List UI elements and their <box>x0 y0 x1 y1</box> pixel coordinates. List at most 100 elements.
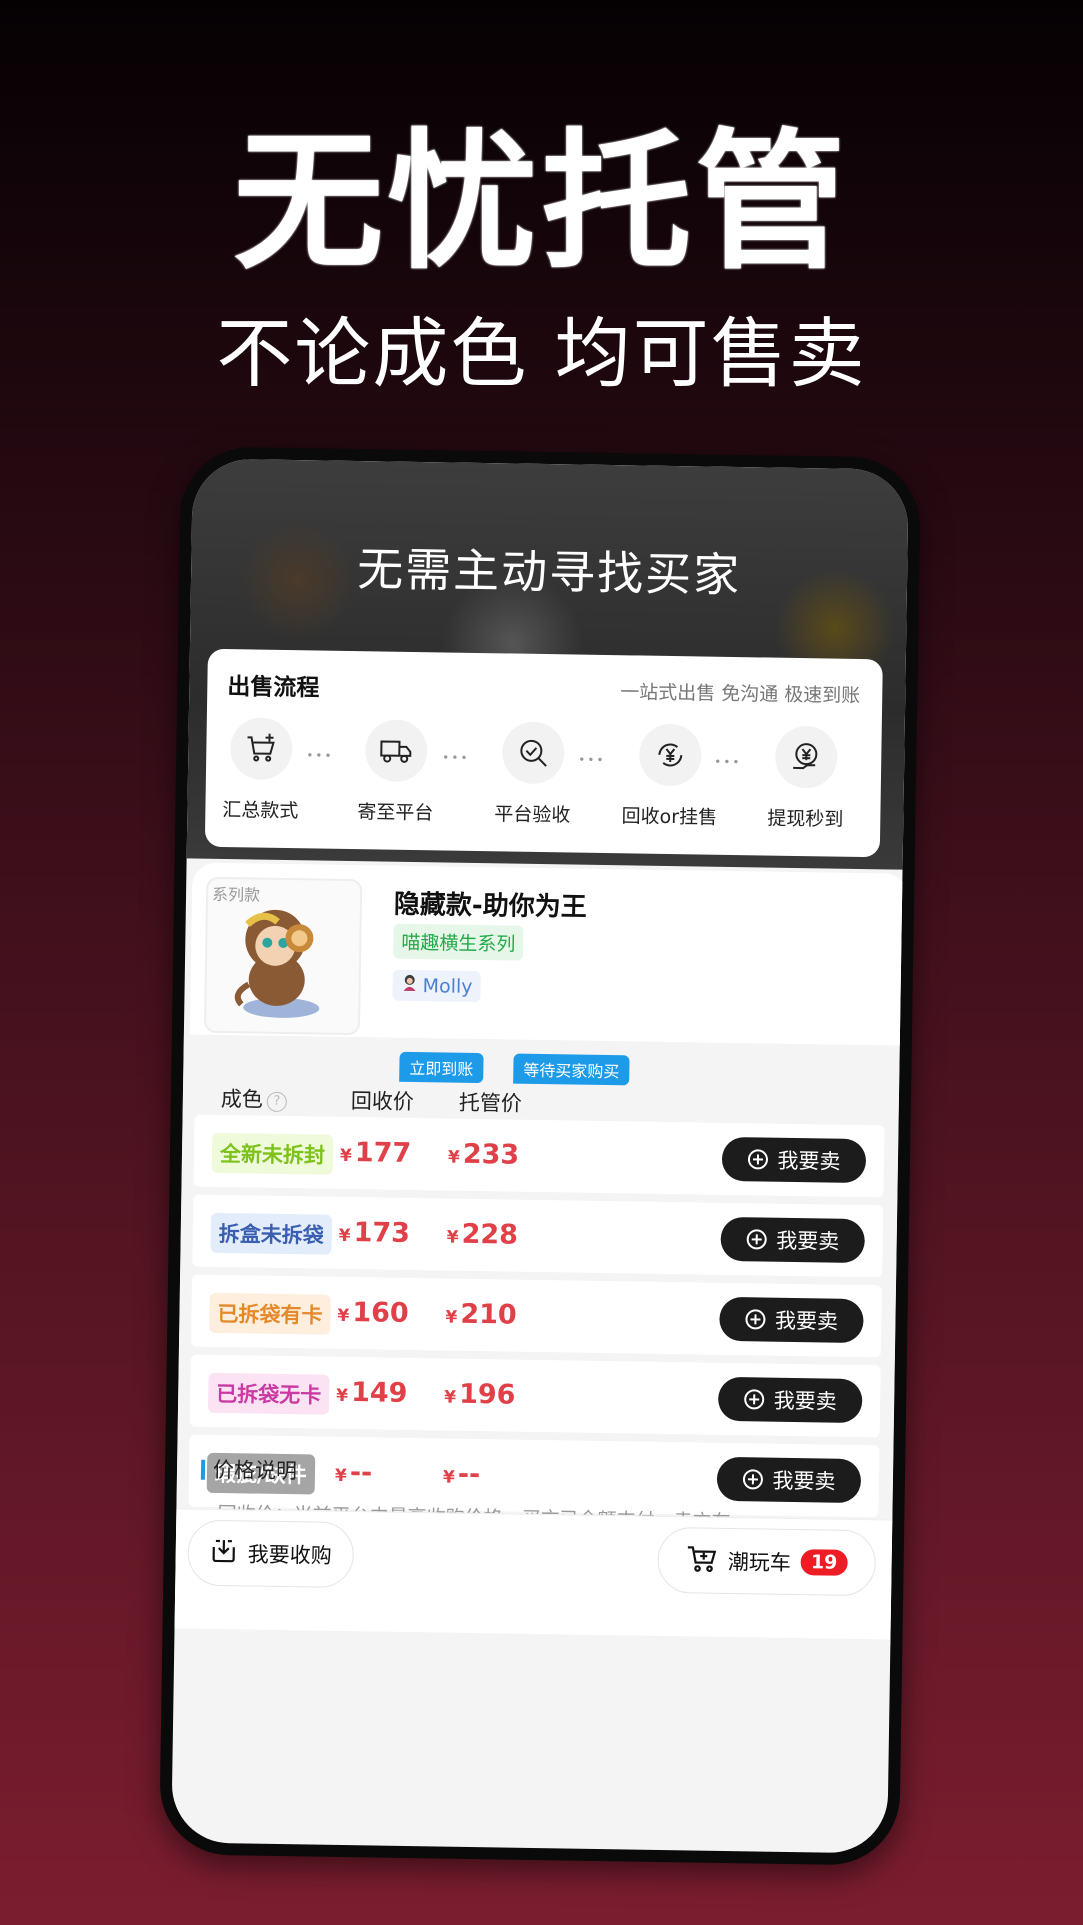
cart-button[interactable]: 潮玩车 19 <box>657 1526 877 1597</box>
currency-symbol: ¥ <box>442 1467 455 1488</box>
custody-price: ¥228 <box>447 1219 519 1251</box>
recycle-price: ¥149 <box>336 1377 408 1409</box>
recycle-price-value: 177 <box>354 1137 412 1169</box>
flow-step-inspect: 平台验收 <box>477 721 589 828</box>
flow-title: 出售流程 <box>227 674 320 702</box>
product-name: 隐藏款-助你为王 <box>393 889 587 923</box>
ip-tag[interactable]: Molly <box>392 969 481 1003</box>
flow-step-label: 提现秒到 <box>767 807 844 831</box>
step-connector: ••• <box>714 754 742 770</box>
custody-price-value: -- <box>457 1458 481 1491</box>
custody-badge: 等待买家购买 <box>513 1053 630 1086</box>
condition-tag: 全新未拆封 <box>211 1132 334 1175</box>
sell-flow-card: 出售流程 一站式出售 免沟通 极速到账 汇总款式 ••• 寄至平台 ••• 平台… <box>204 648 883 858</box>
plus-circle-icon <box>746 1229 767 1250</box>
recycle-badge: 立即到账 <box>399 1051 484 1084</box>
sell-button[interactable]: 我要卖 <box>717 1376 863 1424</box>
sell-button[interactable]: 我要卖 <box>716 1456 862 1504</box>
custody-price-value: 210 <box>460 1298 517 1331</box>
ip-label: Molly <box>422 974 473 998</box>
recycle-price: ¥177 <box>340 1137 412 1169</box>
delivery-truck-icon <box>364 719 428 783</box>
sell-button[interactable]: 我要卖 <box>721 1136 867 1184</box>
recycle-price: ¥160 <box>337 1297 409 1329</box>
product-card: 系列款 隐藏款-助你为王 喵趣横生系列 Molly <box>189 862 909 1046</box>
condition-header: 成色? <box>221 1083 287 1114</box>
step-connector: ••• <box>578 752 606 767</box>
sell-button[interactable]: 我要卖 <box>720 1216 866 1264</box>
currency-symbol: ¥ <box>339 1145 352 1167</box>
molly-avatar-icon <box>400 974 418 997</box>
phone-screen: 无需主动寻找买家 出售流程 一站式出售 免沟通 极速到账 汇总款式 ••• 寄至… <box>171 458 909 1854</box>
sell-button-label: 我要卖 <box>777 1148 841 1174</box>
flow-step-collect: 汇总款式 <box>205 717 317 824</box>
price-row: 拆盒未拆袋 ¥173 ¥228 我要卖 <box>192 1194 884 1278</box>
currency-symbol: ¥ <box>446 1227 459 1248</box>
custody-price: ¥210 <box>445 1299 517 1331</box>
hero-subtitle: 不论成色 均可售卖 <box>216 309 867 398</box>
currency-symbol: ¥ <box>444 1387 457 1408</box>
product-image[interactable]: 系列款 <box>203 876 363 1036</box>
bottom-bar: 我要收购 潮玩车 19 <box>174 1508 893 1640</box>
plus-circle-icon <box>744 1309 766 1330</box>
yuan-cycle-icon <box>638 723 702 787</box>
condition-header-label: 成色 <box>220 1086 264 1112</box>
price-row: 全新未拆封 ¥177 ¥233 我要卖 <box>193 1114 885 1198</box>
custody-price: ¥196 <box>444 1379 516 1411</box>
flow-step-label: 回收or挂售 <box>621 805 718 829</box>
sell-button-label: 我要卖 <box>772 1468 836 1494</box>
currency-symbol: ¥ <box>337 1305 350 1327</box>
recycle-price-value: 149 <box>350 1377 408 1409</box>
buy-button[interactable]: 我要收购 <box>187 1519 355 1589</box>
condition-tag: 拆盒未拆袋 <box>210 1212 333 1255</box>
custody-price-value: 228 <box>461 1218 519 1251</box>
custody-price: ¥-- <box>442 1458 481 1491</box>
custody-price-value: 233 <box>462 1138 520 1171</box>
price-explain-title: 价格说明 <box>200 1458 297 1483</box>
hero-title: 无忧托管 <box>233 116 850 290</box>
flow-step-label: 平台验收 <box>494 803 571 827</box>
flow-step-label: 汇总款式 <box>222 798 299 823</box>
cart-count-badge: 19 <box>800 1549 848 1576</box>
inspect-check-icon <box>501 721 565 785</box>
step-connector: ••• <box>442 750 470 765</box>
flow-step-label: 寄至平台 <box>357 801 434 825</box>
price-row: 已拆袋有卡 ¥160 ¥210 我要卖 <box>190 1274 883 1358</box>
currency-symbol: ¥ <box>336 1385 349 1407</box>
recycle-price-value: 173 <box>353 1217 411 1249</box>
flow-step-withdraw: 提现秒到 <box>750 725 862 832</box>
series-tag[interactable]: 喵趣横生系列 <box>393 923 524 961</box>
thumb-tag: 系列款 <box>211 884 261 905</box>
flow-tagline: 一站式出售 免沟通 极速到账 <box>620 681 861 707</box>
download-tray-icon <box>209 1536 238 1569</box>
recycle-price: ¥-- <box>334 1457 373 1489</box>
phone-frame: 无需主动寻找买家 出售流程 一站式出售 免沟通 极速到账 汇总款式 ••• 寄至… <box>158 446 922 1866</box>
cart-add-icon <box>229 717 293 781</box>
screen-heading: 无需主动寻找买家 <box>356 542 742 603</box>
cart-label: 潮玩车 <box>727 1550 792 1575</box>
price-row: 已拆袋无卡 ¥149 ¥196 我要卖 <box>189 1354 881 1438</box>
help-icon[interactable]: ? <box>266 1091 287 1113</box>
condition-tag: 已拆袋有卡 <box>209 1292 331 1335</box>
step-connector: ••• <box>306 748 334 763</box>
currency-symbol: ¥ <box>334 1465 347 1487</box>
flow-step-ship: 寄至平台 <box>340 719 452 826</box>
recycle-price-value: 160 <box>352 1297 409 1329</box>
withdraw-yuan-icon <box>774 725 838 789</box>
recycle-header: 回收价 <box>350 1089 415 1115</box>
flow-step-sell: 回收or挂售 <box>614 723 726 830</box>
custody-price: ¥233 <box>448 1139 520 1171</box>
sell-button-label: 我要卖 <box>774 1308 839 1334</box>
currency-symbol: ¥ <box>447 1147 460 1168</box>
custody-header: 托管价 <box>458 1090 523 1116</box>
recycle-price: ¥173 <box>339 1217 411 1249</box>
custody-price-value: 196 <box>458 1378 516 1411</box>
plus-circle-icon <box>747 1149 768 1170</box>
currency-symbol: ¥ <box>338 1225 351 1247</box>
condition-tag: 已拆袋无卡 <box>207 1372 330 1415</box>
recycle-price-value: -- <box>349 1457 373 1489</box>
plus-circle-icon <box>742 1469 763 1490</box>
sell-button[interactable]: 我要卖 <box>719 1296 864 1344</box>
currency-symbol: ¥ <box>445 1307 458 1328</box>
plus-circle-icon <box>743 1389 764 1410</box>
